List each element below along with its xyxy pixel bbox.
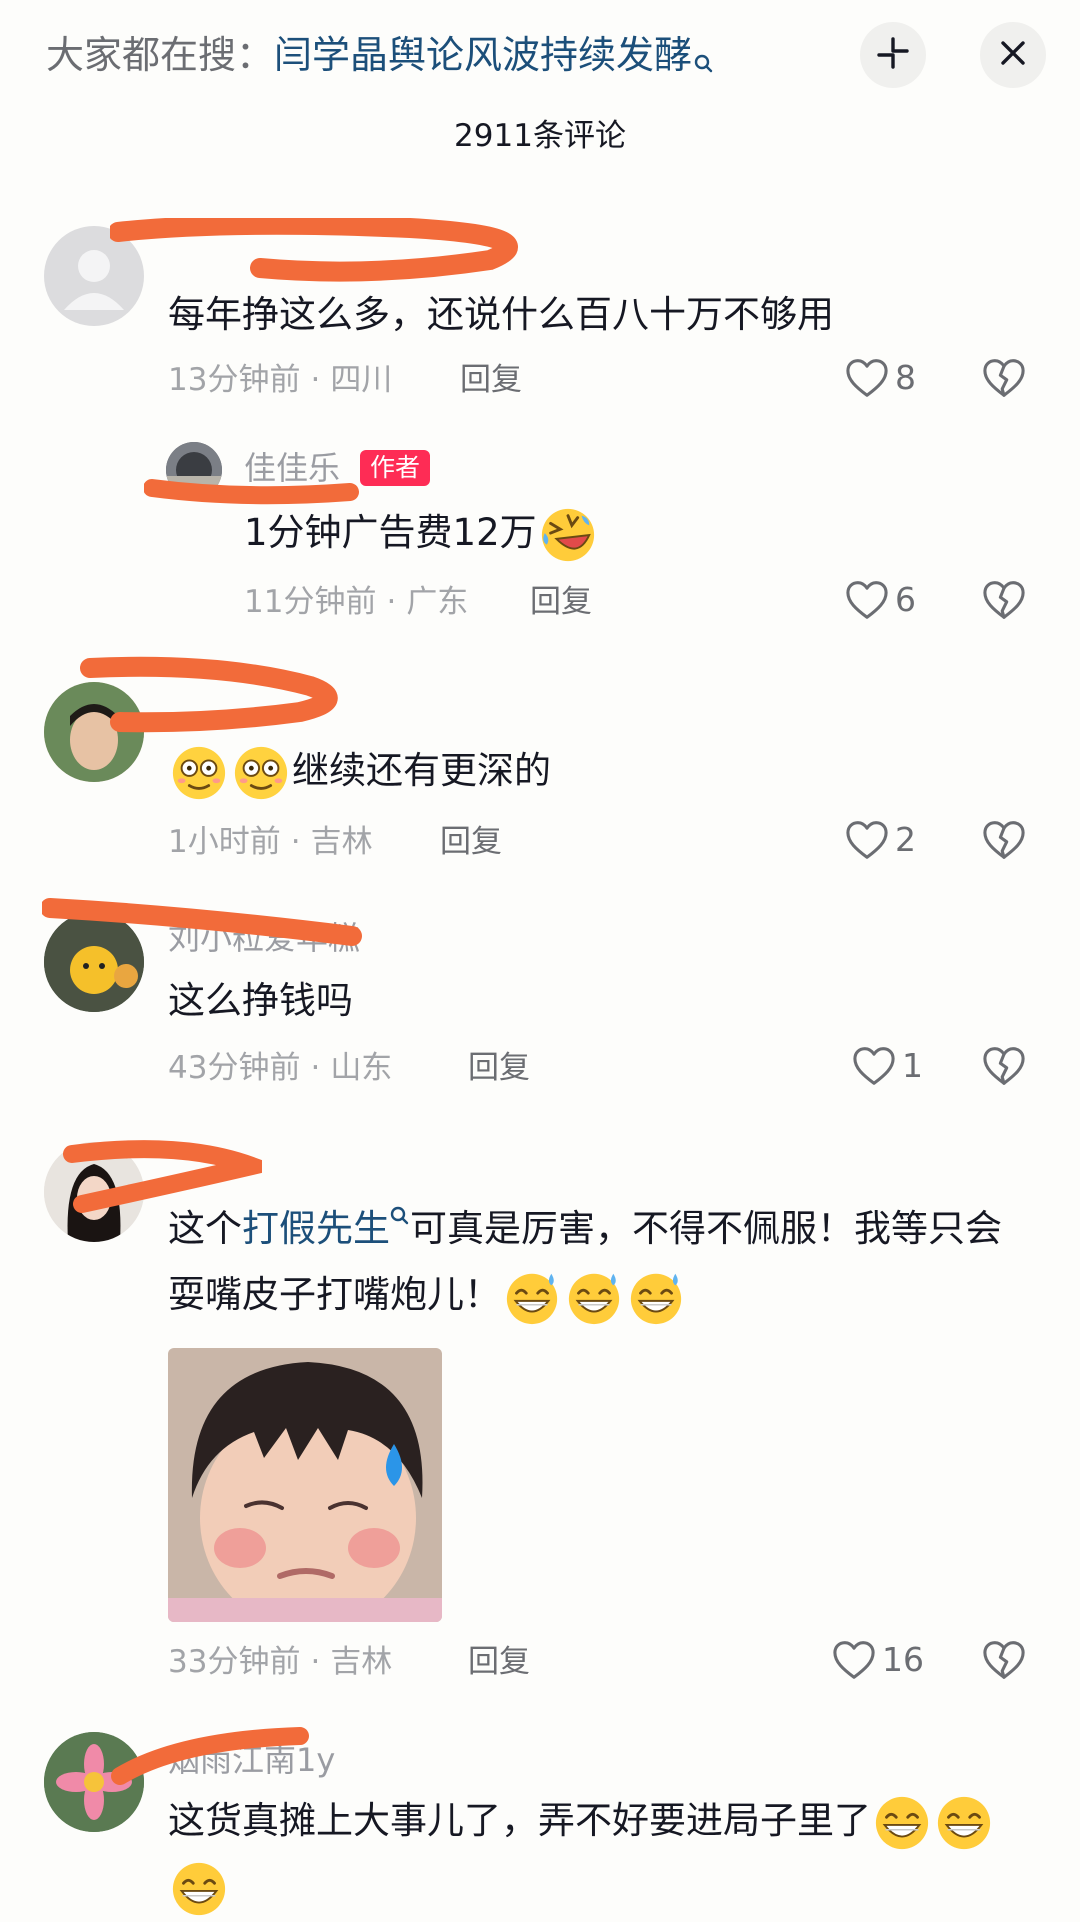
comment-meta: 33分钟前 · 吉林 — [168, 1644, 393, 1680]
close-icon — [999, 39, 1027, 71]
comment-meta: 11分钟前 · 广东 — [244, 584, 469, 620]
dislike-button[interactable] — [982, 1046, 1026, 1090]
avatar[interactable] — [44, 1732, 144, 1832]
grin-emoji-icon — [935, 1794, 993, 1852]
like-button[interactable]: 8 — [845, 356, 916, 400]
top-bar: 大家都在搜：闫学晶舆论风波持续发酵 — [0, 0, 1080, 112]
comment-time: 13分钟前 — [168, 362, 301, 398]
collapse-icon — [877, 37, 909, 73]
search-suggestion-query[interactable]: 闫学晶舆论风波持续发酵 — [274, 33, 692, 77]
close-button[interactable] — [980, 22, 1046, 88]
comment-meta: 13分钟前 · 四川 — [168, 362, 393, 398]
heart-outline-icon — [845, 358, 889, 398]
avatar-image — [44, 1732, 144, 1832]
grin-sweat-emoji-icon — [627, 1268, 685, 1326]
avatar-image — [44, 1142, 144, 1242]
like-button[interactable]: 6 — [845, 578, 916, 622]
avatar[interactable] — [44, 682, 144, 782]
comment-text: 这货真摊上大事儿了，弄不好要进局子里了 — [168, 1788, 1028, 1920]
comment-location: 四川 — [330, 362, 393, 398]
username[interactable]: 佳佳乐 — [244, 446, 340, 490]
heart-outline-icon — [852, 1046, 896, 1086]
broken-heart-icon — [982, 358, 1026, 398]
like-button[interactable]: 1 — [852, 1044, 923, 1088]
comment-time: 33分钟前 — [168, 1644, 301, 1680]
comment-location: 吉林 — [330, 1644, 393, 1680]
reply-button[interactable]: 回复 — [468, 1640, 530, 1684]
broken-heart-icon — [982, 580, 1026, 620]
like-count: 16 — [882, 1640, 924, 1679]
like-count: 1 — [902, 1046, 923, 1085]
search-suggestion[interactable]: 大家都在搜：闫学晶舆论风波持续发酵 — [46, 28, 714, 90]
grin-sweat-emoji-icon — [565, 1268, 623, 1326]
comment-location: 吉林 — [310, 824, 373, 860]
minimize-button[interactable] — [860, 22, 926, 88]
search-suggestion-prefix: 大家都在搜： — [46, 33, 275, 77]
like-button[interactable]: 2 — [845, 818, 916, 862]
rofl-emoji-icon — [539, 506, 597, 564]
reply-button[interactable]: 回复 — [468, 1046, 530, 1090]
comment-time: 1小时前 — [168, 824, 281, 860]
broken-heart-icon — [982, 1046, 1026, 1086]
comment-text: 继续还有更深的 — [168, 738, 551, 804]
comment-text-content: 1分钟广告费12万 — [244, 511, 537, 554]
username[interactable]: 刘小粒爱年糕 — [168, 916, 360, 960]
comment-text: 1分钟广告费12万 — [244, 500, 599, 566]
comment-text: 这么挣钱吗 — [168, 979, 353, 1022]
search-icon — [390, 1206, 409, 1225]
comment-text: 这个打假先生 可真是厉害，不得不佩服！我等只会耍嘴皮子打嘴炮儿！ — [168, 1196, 1028, 1328]
heart-outline-icon — [832, 1640, 876, 1680]
avatar[interactable] — [44, 1142, 144, 1242]
default-avatar-icon — [64, 250, 124, 310]
avatar-image — [44, 912, 144, 1012]
grin-emoji-icon — [170, 1860, 228, 1918]
comment-time: 11分钟前 — [244, 584, 377, 620]
comment-meta: 43分钟前 · 山东 — [168, 1050, 393, 1086]
broken-heart-icon — [982, 1640, 1026, 1680]
grin-emoji-icon — [873, 1794, 931, 1852]
avatar-image — [166, 442, 222, 498]
comment-time: 43分钟前 — [168, 1050, 301, 1086]
comment-location: 山东 — [330, 1050, 393, 1086]
username[interactable]: 烟雨江南1y — [168, 1738, 335, 1782]
reply-button[interactable]: 回复 — [460, 358, 522, 402]
comment-location: 广东 — [406, 584, 469, 620]
dazed-emoji-icon — [232, 744, 290, 802]
heart-outline-icon — [845, 820, 889, 860]
avatar-image — [44, 682, 144, 782]
broken-heart-icon — [982, 820, 1026, 860]
like-count: 6 — [895, 580, 916, 619]
like-count: 8 — [895, 358, 916, 397]
like-button[interactable]: 16 — [832, 1638, 924, 1682]
heart-outline-icon — [845, 580, 889, 620]
dislike-button[interactable] — [982, 580, 1026, 624]
dazed-emoji-icon — [170, 744, 228, 802]
comment-text-content: 这货真摊上大事儿了，弄不好要进局子里了 — [168, 1799, 871, 1842]
dislike-button[interactable] — [982, 1640, 1026, 1684]
comment-count: 2911条评论 — [454, 118, 626, 154]
avatar[interactable] — [44, 912, 144, 1012]
reply-button[interactable]: 回复 — [530, 580, 592, 624]
crying-child-sticker — [168, 1348, 442, 1622]
comment-text-before: 这个 — [168, 1207, 242, 1250]
avatar[interactable] — [166, 442, 222, 498]
avatar[interactable] — [44, 226, 144, 326]
dislike-button[interactable] — [982, 358, 1026, 402]
redaction-scribble — [110, 218, 518, 282]
comment-text-content: 继续还有更深的 — [292, 749, 551, 792]
grin-sweat-emoji-icon — [503, 1268, 561, 1326]
search-link[interactable]: 打假先生 — [242, 1207, 390, 1250]
comment-image[interactable] — [168, 1348, 442, 1622]
like-count: 2 — [895, 820, 916, 859]
comment-text: 每年挣这么多，还说什么百八十万不够用 — [168, 293, 834, 336]
search-icon — [694, 36, 714, 90]
reply-button[interactable]: 回复 — [440, 820, 502, 864]
comment-meta: 1小时前 · 吉林 — [168, 824, 373, 860]
dislike-button[interactable] — [982, 820, 1026, 864]
author-badge: 作者 — [360, 450, 431, 486]
